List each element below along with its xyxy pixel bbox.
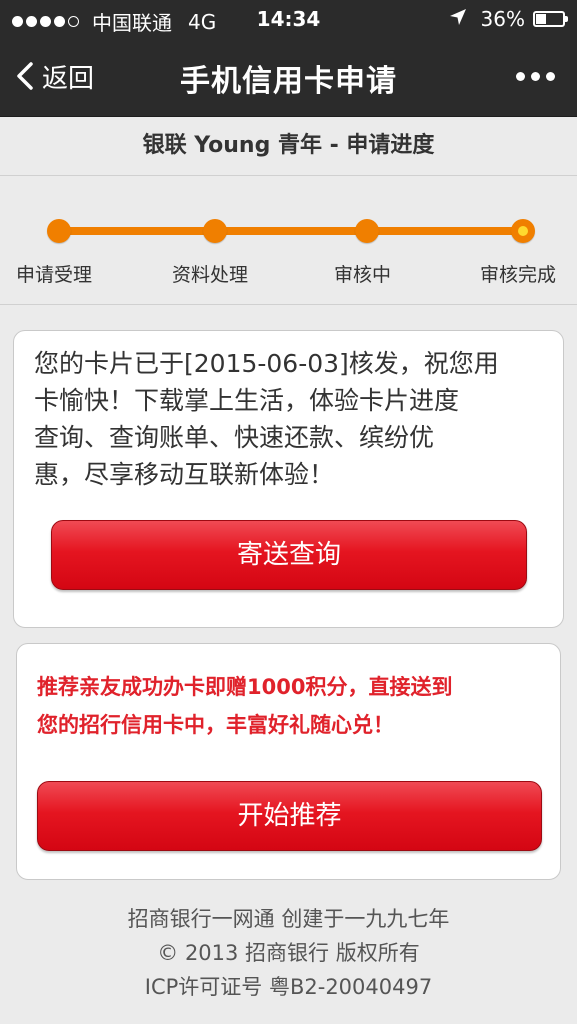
more-dots-icon [516, 71, 525, 81]
footer-copyright: © 2013 招商银行 版权所有 [157, 941, 420, 965]
location-arrow-icon [449, 7, 467, 31]
status-bar: 中国联通 4G 14:34 36% [0, 0, 577, 38]
step-dot-4-current [511, 219, 535, 243]
referral-promo-text: 推荐亲友成功办卡即赠1000积分，直接送到 您的招行信用卡中，丰富好礼随心兑！ [37, 675, 453, 737]
referral-panel: 推荐亲友成功办卡即赠1000积分，直接送到 您的招行信用卡中，丰富好礼随心兑！ … [16, 643, 561, 880]
footer-icp-license: ICP许可证号 粤B2-20040497 [144, 975, 433, 999]
nav-bar: 返回 手机信用卡申请 [0, 38, 577, 117]
progress-track [60, 227, 524, 235]
step-dot-3 [355, 219, 379, 243]
step-label-2: 资料处理 [172, 264, 249, 286]
battery-fill [536, 14, 547, 24]
back-label: 返回 [42, 63, 95, 94]
card-issued-message: 您的卡片已于[2015-06-03]核发，祝您用 卡愉快！下载掌上生活，体验卡片… [34, 349, 499, 489]
status-right: 36% [449, 7, 568, 31]
battery-percent: 36% [480, 7, 525, 31]
footer: 招商银行一网通 创建于一九九七年 © 2013 招商银行 版权所有 ICP许可证… [0, 902, 577, 1004]
application-progress: 申请受理 资料处理 审核中 审核完成 [0, 176, 577, 305]
card-status-panel: 您的卡片已于[2015-06-03]核发，祝您用 卡愉快！下载掌上生活，体验卡片… [13, 330, 564, 628]
back-button[interactable]: 返回 [16, 56, 94, 96]
step-label-4: 审核完成 [480, 264, 557, 286]
delivery-query-button[interactable]: 寄送查询 [51, 520, 527, 590]
step-label-3: 审核中 [334, 264, 392, 286]
more-options-button[interactable] [510, 64, 555, 88]
battery-icon [533, 11, 568, 27]
step-dot-1 [47, 219, 71, 243]
step-dot-2 [203, 219, 227, 243]
card-product-subtitle: 银联 Young 青年 - 申请进度 [0, 117, 577, 176]
start-referral-button[interactable]: 开始推荐 [37, 781, 542, 851]
step-label-1: 申请受理 [16, 264, 93, 286]
chevron-left-icon [17, 62, 33, 90]
footer-line-1: 招商银行一网通 创建于一九九七年 [127, 907, 450, 931]
